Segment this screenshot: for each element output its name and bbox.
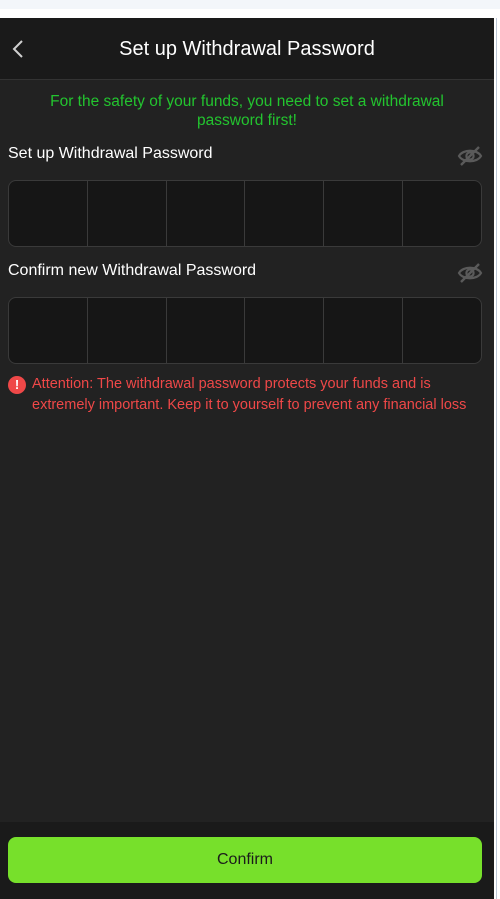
- browser-top-gap: [0, 9, 500, 18]
- page-title: Set up Withdrawal Password: [119, 38, 375, 60]
- pin-cell-5[interactable]: [324, 181, 404, 246]
- confirm-button[interactable]: Confirm: [8, 837, 482, 883]
- attention-text: Attention: The withdrawal password prote…: [32, 376, 467, 413]
- safety-notice: For the safety of your funds, you need t…: [50, 93, 444, 129]
- exclamation-circle-icon: !: [8, 376, 26, 394]
- pin-cell-5[interactable]: [324, 298, 404, 363]
- pin-cell-3[interactable]: [167, 298, 246, 363]
- password-pin-input[interactable]: [8, 180, 482, 247]
- browser-top-strip: [0, 0, 500, 9]
- eye-off-icon: [457, 263, 483, 283]
- pin-cell-3[interactable]: [167, 181, 246, 246]
- browser-right-divider: [496, 18, 497, 899]
- pin-cell-2[interactable]: [88, 181, 167, 246]
- chevron-left-icon: [12, 40, 23, 58]
- pin-cell-6[interactable]: [403, 181, 481, 246]
- confirm-password-pin-input[interactable]: [8, 297, 482, 364]
- pin-cell-4[interactable]: [245, 298, 325, 363]
- pin-cell-2[interactable]: [88, 298, 167, 363]
- pin-cell-1[interactable]: [9, 181, 88, 246]
- confirm-password-label: Confirm new Withdrawal Password: [8, 262, 257, 279]
- footer-bar: Confirm: [0, 822, 494, 899]
- back-button[interactable]: [6, 36, 30, 62]
- password-visibility-toggle[interactable]: [457, 145, 483, 167]
- header-bar: Set up Withdrawal Password: [0, 18, 494, 80]
- password-label: Set up Withdrawal Password: [8, 145, 213, 162]
- withdrawal-password-screen: Set up Withdrawal Password For the safet…: [0, 18, 494, 899]
- pin-cell-4[interactable]: [245, 181, 325, 246]
- pin-cell-6[interactable]: [403, 298, 481, 363]
- eye-off-icon: [457, 146, 483, 166]
- confirm-password-visibility-toggle[interactable]: [457, 262, 483, 284]
- browser-right-edge: [494, 18, 500, 899]
- pin-cell-1[interactable]: [9, 298, 88, 363]
